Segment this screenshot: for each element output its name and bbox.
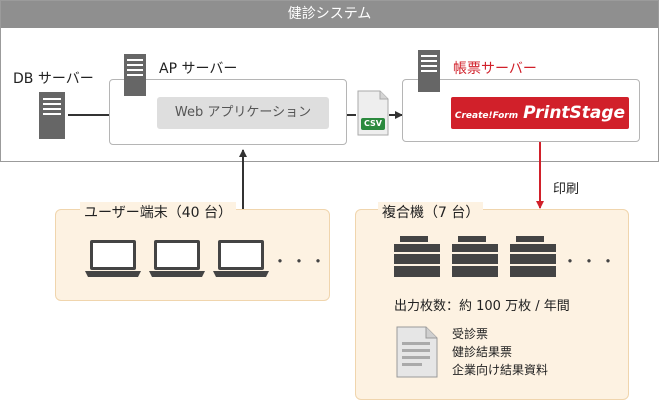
document-icon (396, 326, 438, 378)
print-label: 印刷 (553, 182, 580, 197)
document-item: 企業向け結果資料 (452, 363, 549, 377)
terminals-ellipsis: ・・・ (272, 252, 330, 271)
ap-server-label: AP サーバー (159, 61, 238, 77)
printer-icon (394, 236, 440, 277)
web-application-block: Web アプリケーション (157, 97, 329, 129)
logo-createform: Create!Form (454, 111, 519, 121)
laptop-icon (85, 240, 141, 277)
printer-icon (452, 236, 498, 277)
form-server-icon (418, 50, 440, 92)
document-item: 健診結果票 (452, 345, 513, 359)
document-list: 受診票 健診結果票 企業向け結果資料 (452, 325, 548, 379)
db-server-icon (39, 92, 65, 139)
logo-printstage: PrintStage (523, 103, 626, 123)
document-item: 受診票 (452, 327, 489, 341)
mfp-title: 複合機（7 台） (378, 202, 484, 222)
output-volume: 出力枚数：約 100 万枚 / 年間 (394, 299, 570, 314)
printer-icon (510, 236, 556, 277)
printstage-logo: Create!Form PrintStage (451, 97, 629, 129)
laptop-icon (149, 240, 205, 277)
form-server-label: 帳票サーバー (453, 61, 537, 77)
terminals-title: ユーザー端末（40 台） (80, 202, 236, 222)
ap-server-icon (124, 54, 146, 96)
laptop-icon (213, 240, 269, 277)
csv-label: CSV (364, 119, 382, 128)
mfp-ellipsis: ・・・ (562, 252, 620, 271)
db-server-label: DB サーバー (13, 71, 94, 87)
